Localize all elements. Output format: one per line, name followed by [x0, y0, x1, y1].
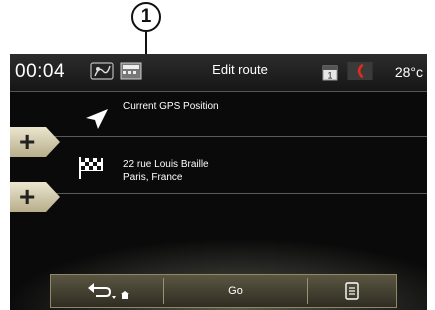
- map-route-icon[interactable]: [90, 62, 114, 80]
- back-home-button[interactable]: [51, 275, 163, 307]
- back-home-icon: [88, 283, 129, 299]
- callout-number: 1: [131, 2, 161, 32]
- add-waypoint-button[interactable]: +: [10, 127, 60, 157]
- list-menu-icon: [345, 282, 359, 300]
- media-icon[interactable]: [120, 62, 142, 80]
- menu-button[interactable]: [308, 275, 396, 307]
- calendar-icon[interactable]: 1: [322, 64, 338, 82]
- waypoint-line: Paris, France: [123, 172, 183, 183]
- go-button[interactable]: Go: [164, 275, 307, 307]
- waypoint-current-position[interactable]: Current GPS Position: [123, 100, 219, 113]
- checkered-flag-icon: [79, 157, 103, 179]
- waypoint-line: Current GPS Position: [123, 101, 219, 112]
- go-label: Go: [228, 285, 243, 297]
- bottom-action-bar: Go: [50, 274, 397, 308]
- clock: 00:04: [15, 61, 66, 82]
- waypoint-destination[interactable]: 22 rue Louis Braille Paris, France: [123, 158, 209, 184]
- calendar-day: 1: [327, 71, 332, 81]
- phone-icon[interactable]: [346, 62, 374, 80]
- waypoint-line: 22 rue Louis Braille: [123, 159, 209, 170]
- navigation-arrow-icon: [86, 109, 108, 129]
- status-bar: 00:04 Edit route 1 28°c: [10, 54, 427, 92]
- screen-title: Edit route: [212, 62, 268, 77]
- nav-screen: 00:04 Edit route 1 28°c + + Current GPS …: [10, 54, 427, 310]
- row-divider: [10, 193, 427, 194]
- add-waypoint-button[interactable]: +: [10, 182, 60, 212]
- row-divider: [10, 136, 427, 137]
- temperature: 28°c: [394, 64, 423, 80]
